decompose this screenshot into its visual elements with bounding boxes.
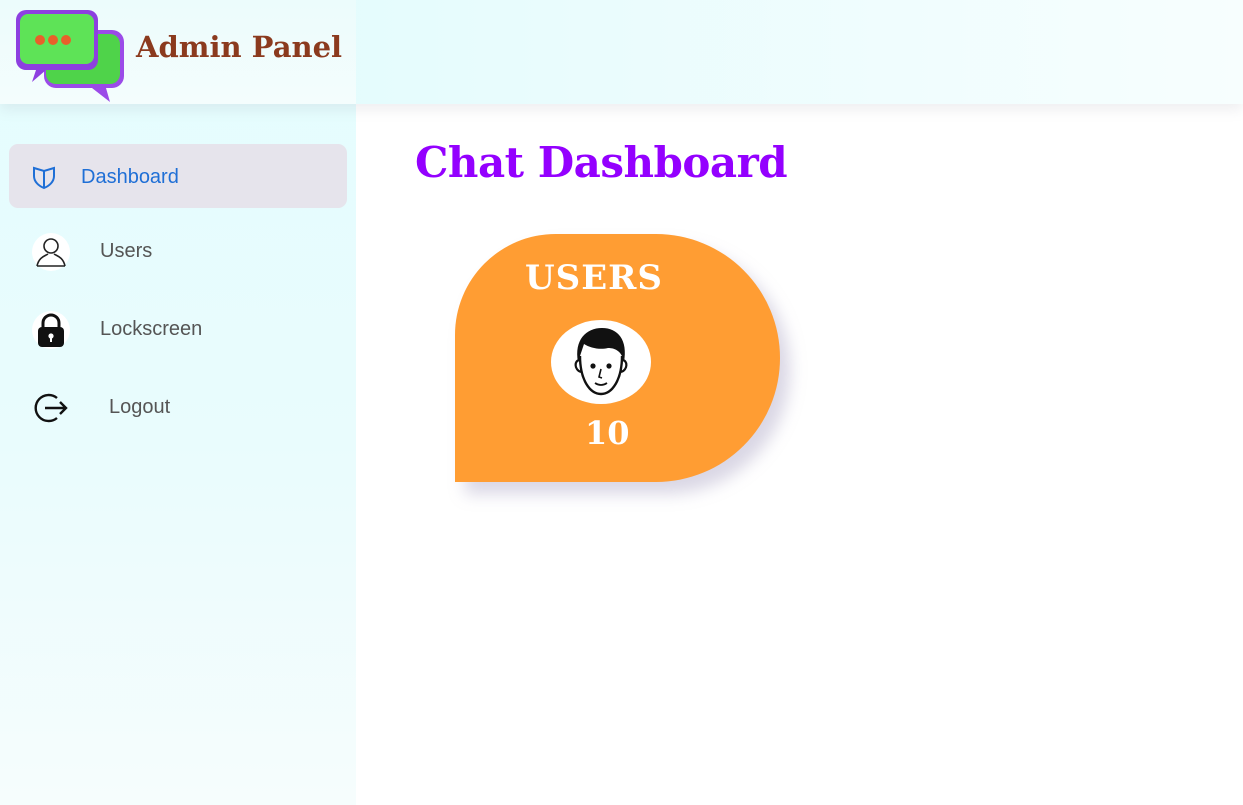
sidebar-item-label: Dashboard	[81, 166, 179, 188]
sidebar-item-label: Logout	[109, 396, 171, 418]
logo-area: Admin Panel	[0, 0, 356, 104]
top-bar: Admin Panel	[0, 0, 1243, 104]
card-count: 10	[585, 414, 630, 452]
logout-icon	[34, 393, 68, 423]
users-card[interactable]: USERS 10	[455, 234, 780, 482]
sidebar-item-lockscreen[interactable]: Lockscreen	[9, 296, 347, 360]
lock-icon	[32, 311, 70, 349]
brand-title: Admin Panel	[136, 30, 343, 64]
sidebar-item-dashboard[interactable]: Dashboard	[9, 144, 347, 208]
chat-bubbles-icon[interactable]	[16, 8, 124, 104]
sidebar-item-label: Users	[100, 240, 153, 262]
user-silhouette-icon	[32, 233, 70, 271]
card-title: USERS	[525, 258, 663, 298]
face-icon	[574, 328, 628, 396]
sidebar-item-users[interactable]: Users	[9, 218, 347, 282]
shield-icon	[33, 166, 55, 190]
page-title: Chat Dashboard	[415, 138, 788, 187]
sidebar-item-logout[interactable]: Logout	[9, 374, 347, 438]
sidebar-item-label: Lockscreen	[100, 318, 203, 340]
avatar	[551, 320, 651, 404]
